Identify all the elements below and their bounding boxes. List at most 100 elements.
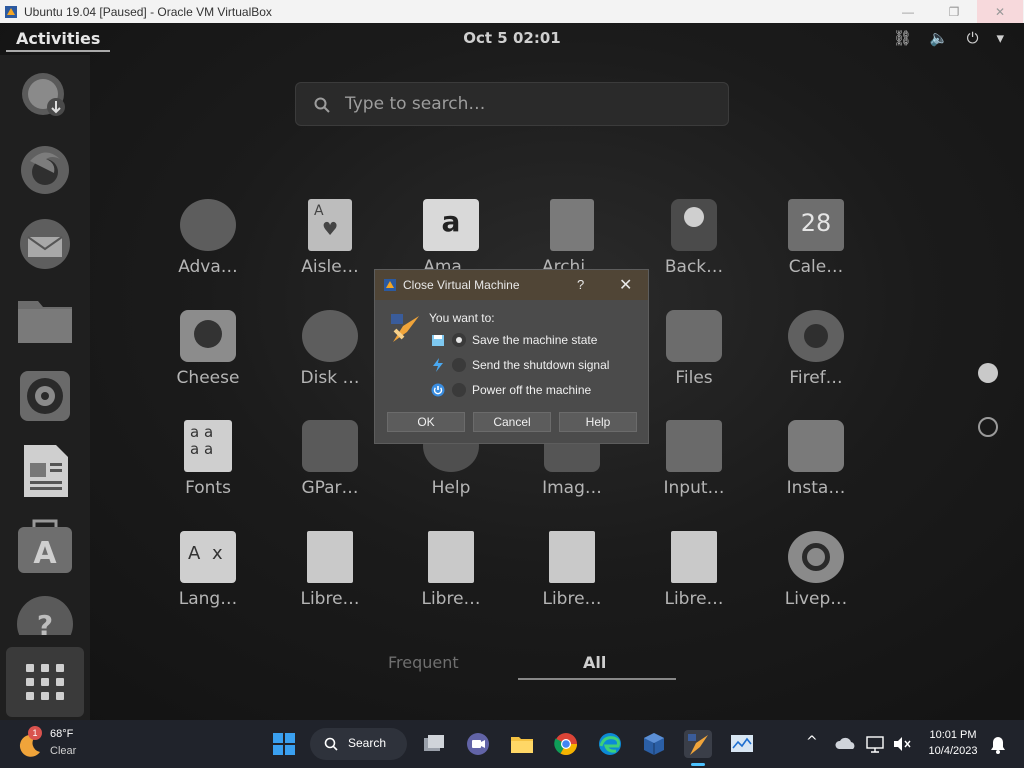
- minimize-icon: —: [902, 4, 914, 19]
- page-indicator-1[interactable]: [978, 363, 998, 383]
- virtualbox-manager-button[interactable]: [640, 730, 668, 758]
- fonts-icon: a aa a: [184, 420, 232, 472]
- onedrive-button[interactable]: [832, 730, 860, 758]
- start-button[interactable]: [270, 730, 298, 758]
- virtualbox-vm-icon: [688, 734, 708, 755]
- app-amazon[interactable]: a Ama…: [391, 199, 511, 277]
- task-view-icon: [424, 735, 444, 751]
- clock[interactable]: Oct 5 02:01: [0, 29, 1024, 47]
- app-fonts[interactable]: a aa a Fonts: [148, 420, 268, 498]
- notification-badge: 1: [28, 726, 42, 740]
- close-icon: ✕: [994, 4, 1006, 19]
- windows-start-icon: [273, 733, 295, 755]
- app-files[interactable]: Files: [634, 310, 754, 388]
- search-icon: [314, 97, 330, 113]
- guest-display[interactable]: Activities Oct 5 02:01 ⛓ 🔈 ⏻ ▾ A ? Type …: [0, 23, 1024, 720]
- app-input-method[interactable]: Input…: [634, 420, 754, 498]
- app-calendar[interactable]: 28 Cale…: [756, 199, 876, 277]
- files-icon[interactable]: [16, 291, 74, 349]
- performance-monitor-icon: [731, 735, 753, 752]
- chrome-button[interactable]: [552, 730, 580, 758]
- resource-monitor-button[interactable]: [728, 730, 756, 758]
- virtualbox-vm-button[interactable]: [684, 730, 712, 766]
- ok-button[interactable]: OK: [387, 412, 465, 432]
- app-libreoffice-writer[interactable]: Libre…: [634, 531, 754, 609]
- notifications-button[interactable]: [986, 730, 1014, 758]
- weather-temperature[interactable]: 68°F: [50, 728, 73, 740]
- weather-widget[interactable]: 1: [18, 726, 44, 758]
- taskbar: 1 68°F Clear Search ^ 10:01 PM 10/4/2023: [0, 720, 1024, 768]
- weather-condition[interactable]: Clear: [50, 745, 76, 757]
- tab-all[interactable]: All: [583, 653, 606, 672]
- rhythmbox-icon[interactable]: [16, 367, 74, 425]
- chevron-down-icon[interactable]: ▾: [996, 29, 1004, 47]
- option-save-state[interactable]: Save the machine state: [452, 331, 597, 349]
- app-firefox[interactable]: Firef…: [756, 310, 876, 388]
- software-updater-icon[interactable]: [16, 67, 74, 125]
- system-tray[interactable]: ⛓ 🔈 ⏻ ▾: [893, 29, 1004, 47]
- task-view-button[interactable]: [420, 730, 448, 758]
- power-icon[interactable]: ⏻: [967, 29, 979, 47]
- app-livepatch[interactable]: Livep…: [756, 531, 876, 609]
- help-icon[interactable]: ?: [16, 595, 74, 635]
- app-install[interactable]: Insta…: [756, 420, 876, 498]
- option-save-state-label: Save the machine state: [472, 333, 598, 347]
- dialog-help-button[interactable]: ?: [577, 277, 584, 292]
- app-libreoffice-draw[interactable]: Libre…: [391, 531, 511, 609]
- restore-icon: ❐: [948, 4, 960, 19]
- close-button[interactable]: ✕: [977, 0, 1023, 23]
- network-button[interactable]: [862, 730, 890, 758]
- volume-button[interactable]: [888, 730, 916, 758]
- thunderbird-icon[interactable]: [16, 215, 74, 273]
- app-language-support[interactable]: Ax Lang…: [148, 531, 268, 609]
- app-backups[interactable]: Back…: [634, 199, 754, 277]
- edge-button[interactable]: [596, 730, 624, 758]
- livepatch-icon: [788, 531, 844, 583]
- ubuntu-software-icon[interactable]: A: [16, 517, 74, 575]
- option-power-off[interactable]: Power off the machine: [452, 381, 591, 399]
- tab-frequent[interactable]: Frequent: [388, 653, 459, 672]
- app-aisleriot[interactable]: A ♥ Aisle…: [270, 199, 390, 277]
- option-shutdown-signal[interactable]: Send the shutdown signal: [452, 356, 609, 374]
- search-field[interactable]: Type to search…: [295, 82, 729, 126]
- app-archive-manager[interactable]: Archi…: [512, 199, 632, 277]
- cancel-button[interactable]: Cancel: [473, 412, 551, 432]
- minimize-button[interactable]: —: [885, 0, 931, 23]
- file-explorer-button[interactable]: [508, 730, 536, 758]
- option-power-off-label: Power off the machine: [472, 383, 592, 397]
- page-indicator-2[interactable]: [978, 417, 998, 437]
- restore-button[interactable]: ❐: [931, 0, 977, 23]
- amazon-icon: a: [423, 199, 479, 251]
- app-libreoffice-impress[interactable]: Libre…: [512, 531, 632, 609]
- dialog-title: Close Virtual Machine: [403, 278, 520, 292]
- libreoffice-impress-icon: [549, 531, 595, 583]
- app-libreoffice-calc[interactable]: Libre…: [270, 531, 390, 609]
- file-explorer-icon: [511, 737, 533, 753]
- app-cheese[interactable]: Cheese: [148, 310, 268, 388]
- app-advanced-network[interactable]: Adva…: [148, 199, 268, 277]
- calendar-day: 28: [800, 209, 832, 237]
- app-gparted[interactable]: GPar…: [270, 420, 390, 498]
- show-hidden-icons-button[interactable]: ^: [798, 730, 826, 758]
- radio-power-off[interactable]: [452, 383, 466, 397]
- firefox-icon[interactable]: [16, 141, 74, 199]
- taskbar-search[interactable]: Search: [310, 728, 407, 760]
- gnome-top-bar: Activities Oct 5 02:01 ⛓ 🔈 ⏻ ▾: [0, 23, 1024, 55]
- radio-save-state[interactable]: [452, 333, 466, 347]
- system-date[interactable]: 10/4/2023: [918, 745, 988, 757]
- libreoffice-draw-icon: [428, 531, 474, 583]
- libreoffice-writer-icon[interactable]: [16, 441, 74, 499]
- search-placeholder: Type to search…: [345, 94, 486, 114]
- network-icon[interactable]: ⛓: [893, 29, 912, 47]
- aisleriot-icon: A ♥: [308, 199, 352, 251]
- disk-usage-icon: [302, 310, 358, 362]
- dialog-close-button[interactable]: ✕: [619, 275, 632, 295]
- help-button[interactable]: Help: [559, 412, 637, 432]
- show-applications-button[interactable]: [6, 647, 84, 717]
- system-time[interactable]: 10:01 PM: [918, 729, 988, 741]
- teams-button[interactable]: [464, 730, 492, 758]
- files-icon: [666, 310, 722, 362]
- app-disk-usage[interactable]: Disk …: [270, 310, 390, 388]
- volume-icon[interactable]: 🔈: [930, 29, 949, 47]
- radio-shutdown-signal[interactable]: [452, 358, 466, 372]
